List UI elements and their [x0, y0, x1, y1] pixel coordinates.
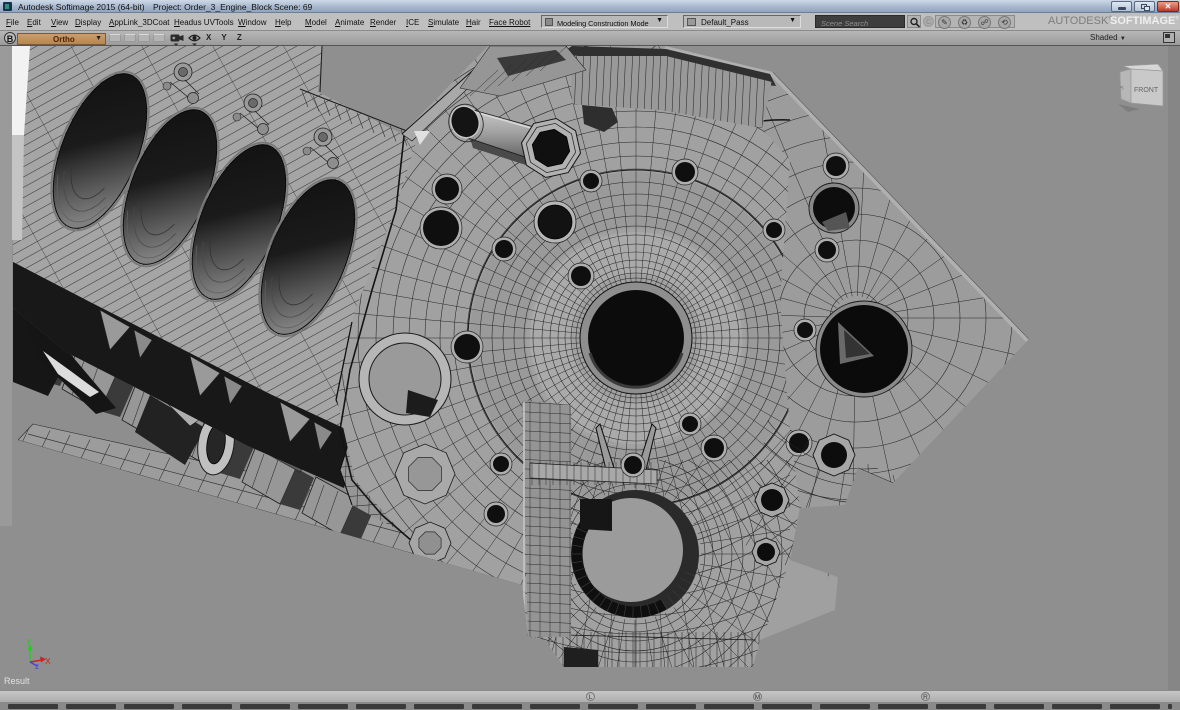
svg-text:z: z: [35, 662, 39, 671]
svg-text:FRONT: FRONT: [1134, 87, 1159, 94]
svg-text:X: X: [45, 656, 51, 666]
svg-text:Y: Y: [26, 637, 32, 647]
